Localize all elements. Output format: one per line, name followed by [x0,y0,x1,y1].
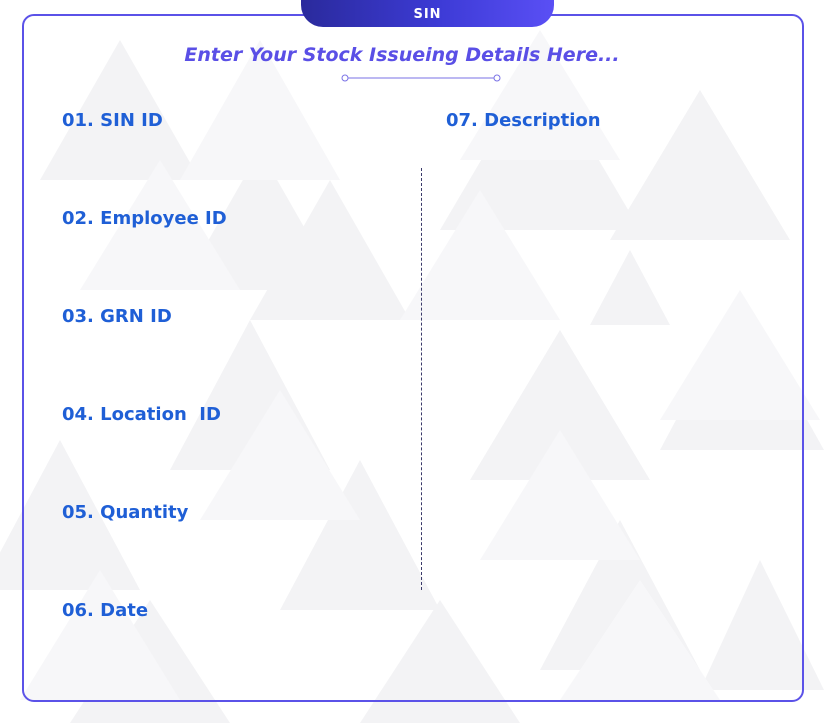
sin-tab-label: SIN [413,6,442,22]
title-underline-decoration [341,74,501,82]
location-id-label: 04. Location ID [62,404,221,425]
sin-tab: SIN [301,0,554,27]
column-divider [421,168,422,590]
date-label: 06. Date [62,600,149,621]
description-label: 07. Description [446,110,601,131]
sin-id-label: 01. SIN ID [62,110,163,131]
page-title: Enter Your Stock Issueing Details Here..… [184,44,620,66]
grn-id-label: 03. GRN ID [62,306,172,327]
employee-id-label: 02. Employee ID [62,208,227,229]
quantity-label: 05. Quantity [62,502,189,523]
